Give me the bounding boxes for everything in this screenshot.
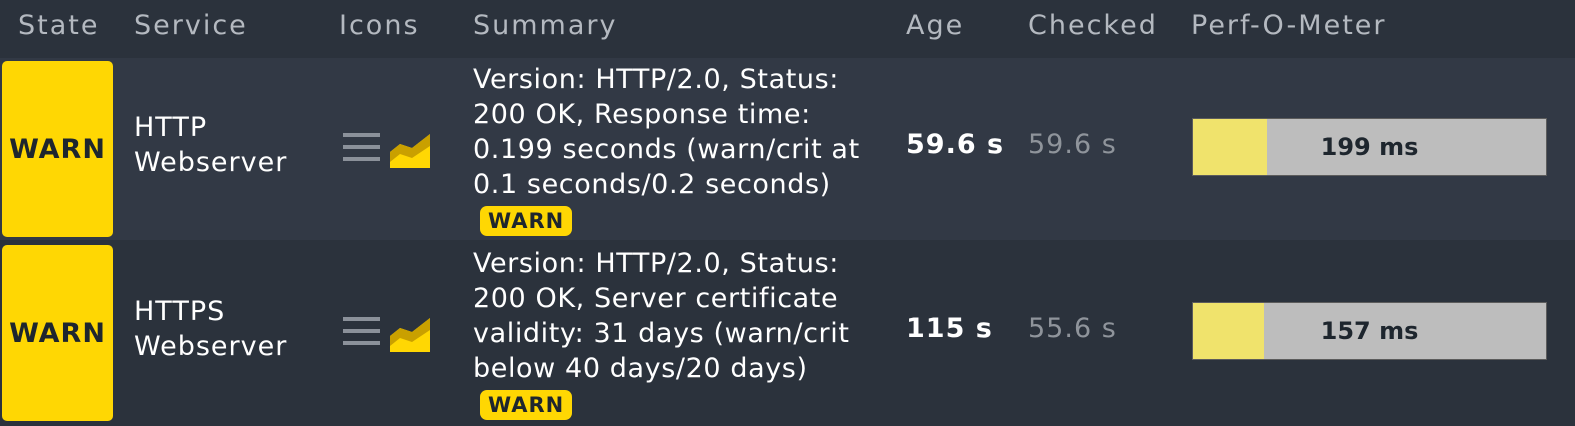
service-icons [343, 130, 433, 170]
perf-o-meter-label: 199 ms [1320, 133, 1419, 161]
column-header-summary[interactable]: Summary [473, 8, 617, 44]
column-header-service[interactable]: Service [134, 8, 248, 44]
summary-text: Version: HTTP/2.0, Status: 200 OK, Respo… [473, 64, 860, 200]
service-icons [343, 314, 433, 354]
graph-icon[interactable] [390, 130, 430, 168]
service-name-line: Webserver [134, 331, 288, 362]
summary-state-badge: WARN [480, 390, 573, 420]
service-name-line: HTTP [134, 112, 208, 143]
summary-state-badge: WARN [480, 206, 573, 236]
state-badge[interactable]: WARN [2, 245, 113, 421]
service-name-link[interactable]: HTTPS Webserver [134, 294, 324, 364]
menu-icon[interactable] [343, 133, 380, 163]
column-header-perf-o-meter[interactable]: Perf-O-Meter [1191, 8, 1387, 44]
age-value: 59.6 s [906, 129, 1005, 160]
column-header-icons[interactable]: Icons [339, 8, 420, 44]
checked-value: 55.6 s [1028, 313, 1117, 344]
menu-icon[interactable] [343, 317, 380, 347]
column-header-age[interactable]: Age [906, 8, 964, 44]
state-badge[interactable]: WARN [2, 61, 113, 237]
service-name-line: Webserver [134, 147, 288, 178]
table-row: WARN HTTPS Webserver Version: HTTP/2.0, … [0, 242, 1575, 424]
table-row: WARN HTTP Webserver Version: HTTP/2.0, S… [0, 58, 1575, 240]
graph-icon[interactable] [390, 314, 430, 352]
summary-cell: Version: HTTP/2.0, Status: 200 OK, Serve… [473, 246, 893, 421]
column-header-state[interactable]: State [18, 8, 99, 44]
perf-o-meter[interactable]: 199 ms [1192, 118, 1547, 176]
summary-text: Version: HTTP/2.0, Status: 200 OK, Serve… [473, 248, 850, 384]
age-value: 115 s [906, 313, 993, 344]
service-name-line: HTTPS [134, 296, 226, 327]
perf-o-meter[interactable]: 157 ms [1192, 302, 1547, 360]
service-name-link[interactable]: HTTP Webserver [134, 110, 324, 180]
column-header-checked[interactable]: Checked [1028, 8, 1158, 44]
perf-o-meter-label: 157 ms [1320, 317, 1419, 345]
table-header: State Service Icons Summary Age Checked … [0, 0, 1575, 56]
service-table: State Service Icons Summary Age Checked … [0, 0, 1575, 426]
summary-cell: Version: HTTP/2.0, Status: 200 OK, Respo… [473, 62, 893, 237]
checked-value: 59.6 s [1028, 129, 1117, 160]
